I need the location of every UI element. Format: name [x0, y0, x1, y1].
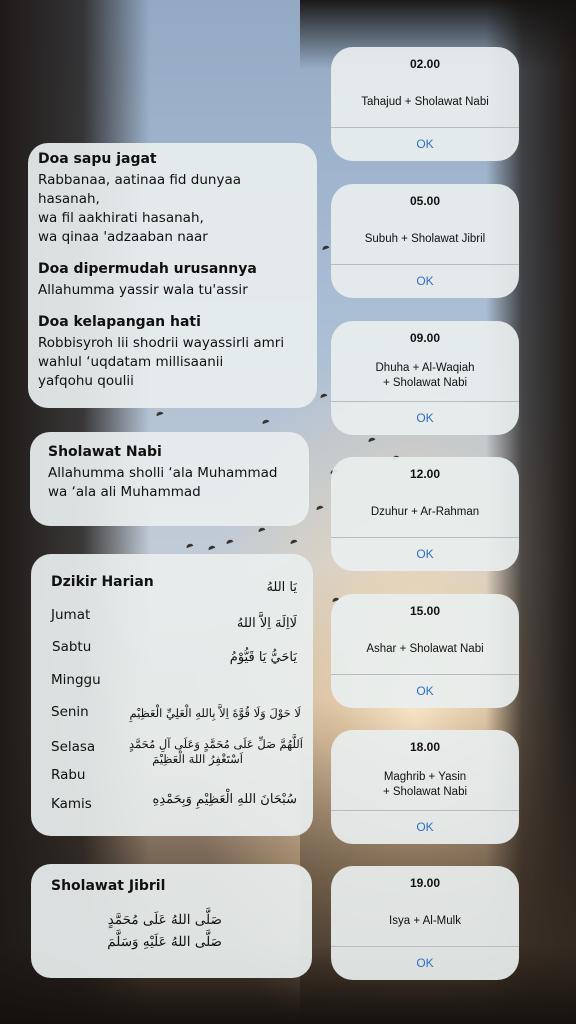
dzikir-day-jumat: Jumat — [51, 607, 91, 623]
alarm-time: 05.00 — [409, 194, 441, 208]
sholawat-nabi-title: Sholawat Nabi — [48, 444, 162, 460]
alarm-time: 15.00 — [409, 604, 441, 618]
alarm-label: Dzuhur + Ar-Rahman — [370, 505, 480, 518]
alarm-label: Tahajud + Sholawat Nabi — [361, 95, 489, 108]
doa-sapu-jagat-title: Doa sapu jagat — [38, 151, 157, 167]
dzikir-arabic-5: اَللَّهُمَّ صَلِّ عَلَى مُحَمَّدٍ وَعَلَ… — [128, 737, 303, 751]
dzikir-day-senin: Senin — [51, 704, 89, 720]
sholawat-jibril-line-2: صَلَّى اللهُ عَلَيْهِ وَسَلَّمَ — [107, 934, 222, 950]
alarm-card-maghrib: 18.00 Maghrib + Yasin + Sholawat Nabi OK — [331, 730, 519, 844]
alarm-ok-button[interactable]: OK — [331, 674, 519, 708]
alarm-ok-button[interactable]: OK — [331, 401, 519, 435]
doa-dipermudah-text: Allahumma yassir wala tu'assir — [38, 282, 248, 298]
alarm-card-ashar: 15.00 Ashar + Sholawat Nabi OK — [331, 594, 519, 708]
dzikir-day-kamis: Kamis — [51, 796, 92, 812]
alarm-card-dhuha: 09.00 Dhuha + Al-Waqiah + Sholawat Nabi … — [331, 321, 519, 435]
dzikir-day-minggu: Minggu — [51, 672, 101, 688]
dzikir-day-sabtu: Sabtu — [52, 639, 92, 655]
alarm-label: Dhuha + Al-Waqiah + Sholawat Nabi — [375, 362, 475, 389]
dzikir-arabic-3: يَاحَيُّ يَا قَيُّوْمُ — [229, 650, 297, 665]
doa-card: Doa sapu jagat Rabbanaa, aatinaa fid dun… — [28, 143, 317, 408]
alarm-time: 18.00 — [409, 740, 441, 754]
dzikir-day-selasa: Selasa — [51, 739, 96, 755]
dzikir-title: Dzikir Harian — [51, 574, 154, 590]
sholawat-nabi-text: Allahumma sholli ‘ala Muhammad wa ‘ala a… — [48, 465, 278, 500]
alarm-card-subuh: 05.00 Subuh + Sholawat Jibril OK — [331, 184, 519, 298]
alarm-ok-button[interactable]: OK — [331, 264, 519, 298]
alarm-ok-button[interactable]: OK — [331, 537, 519, 571]
alarm-time: 09.00 — [409, 331, 441, 345]
alarm-label: Subuh + Sholawat Jibril — [364, 232, 486, 245]
doa-kelapangan-title: Doa kelapangan hati — [38, 314, 201, 330]
dzikir-arabic-1: يَا اللهُ — [266, 580, 297, 595]
dzikir-arabic-2: لَااِلَهَ اِلاَّ اللهُ — [236, 616, 297, 631]
sholawat-jibril-card: Sholawat Jibril صَلَّى اللهُ عَلَى مُحَم… — [31, 864, 312, 978]
alarm-ok-button[interactable]: OK — [331, 946, 519, 980]
alarm-label: Isya + Al-Mulk — [389, 914, 461, 927]
alarm-label: Ashar + Sholawat Nabi — [366, 642, 484, 655]
dzikir-arabic-4: لَا حَوْلَ وَلَا قُوَّةَ اِلاَّ بِاللهِ … — [129, 706, 301, 720]
alarm-card-isya: 19.00 Isya + Al-Mulk OK — [331, 866, 519, 980]
alarm-label: Maghrib + Yasin + Sholawat Nabi — [382, 771, 468, 798]
dzikir-arabic-7: سُبْحَانَ اللهِ الْعَظِيْمِ وَبِحَمْدِهِ — [152, 792, 297, 807]
sholawat-nabi-card: Sholawat Nabi Allahumma sholli ‘ala Muha… — [30, 432, 309, 526]
doa-dipermudah-title: Doa dipermudah urusannya — [38, 261, 257, 277]
dzikir-arabic-6: اَسْتَغْفِرُ اللهَ الْعَظِيْمَ — [152, 752, 243, 766]
doa-kelapangan-text: Robbisyroh lii shodrii wayassirli amri w… — [38, 335, 285, 389]
sholawat-jibril-title: Sholawat Jibril — [51, 878, 166, 894]
alarm-card-dzuhur: 12.00 Dzuhur + Ar-Rahman OK — [331, 457, 519, 571]
dzikir-day-rabu: Rabu — [51, 767, 86, 783]
dzikir-card: Dzikir Harian Jumat Sabtu Minggu Senin S… — [31, 554, 313, 836]
alarm-ok-button[interactable]: OK — [331, 127, 519, 161]
alarm-time: 12.00 — [409, 467, 441, 481]
alarm-card-tahajud: 02.00 Tahajud + Sholawat Nabi OK — [331, 47, 519, 161]
alarm-time: 02.00 — [409, 57, 441, 71]
alarm-ok-button[interactable]: OK — [331, 810, 519, 844]
alarm-time: 19.00 — [409, 876, 441, 890]
sholawat-jibril-line-1: صَلَّى اللهُ عَلَى مُحَمَّدٍ — [107, 912, 222, 928]
doa-sapu-jagat-text: Rabbanaa, aatinaa fid dunyaa hasanah, wa… — [38, 172, 242, 245]
